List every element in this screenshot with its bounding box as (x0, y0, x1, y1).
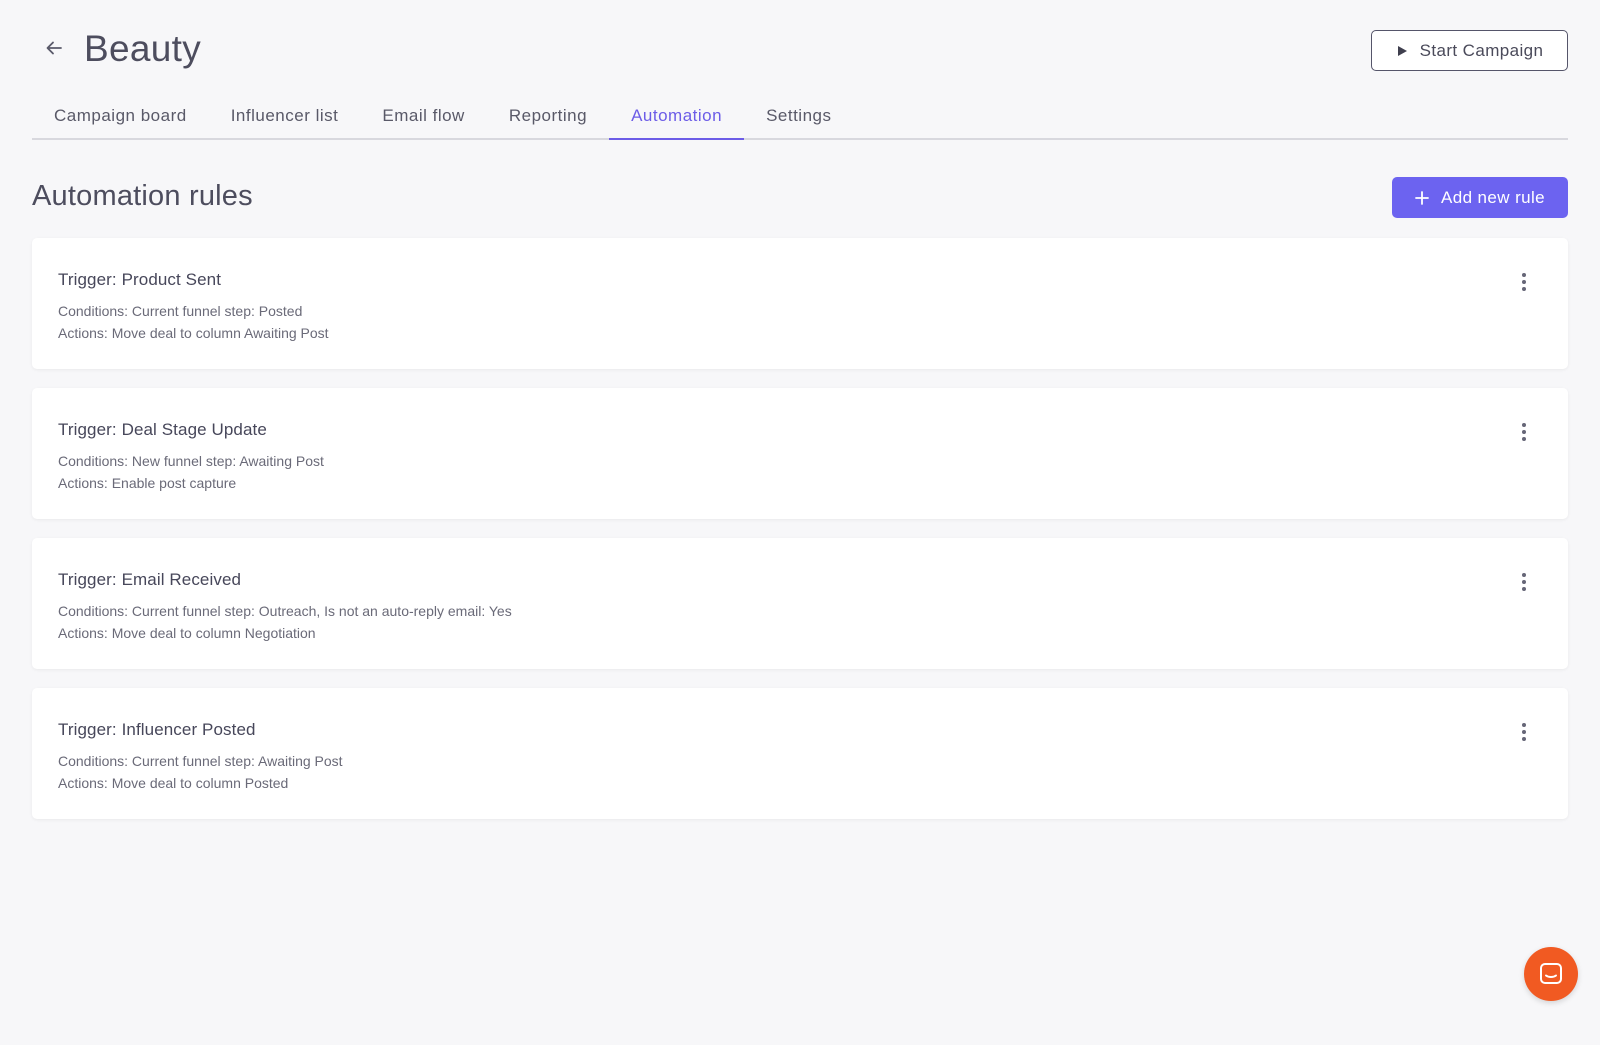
page: Beauty Start Campaign Campaign board Inf… (0, 0, 1600, 1045)
page-title: Beauty (84, 28, 201, 69)
rule-conditions: Conditions: Current funnel step: Awaitin… (58, 753, 343, 769)
rule-conditions: Conditions: New funnel step: Awaiting Po… (58, 453, 324, 469)
rule-conditions: Conditions: Current funnel step: Outreac… (58, 603, 512, 619)
start-campaign-button[interactable]: Start Campaign (1371, 30, 1568, 71)
more-options-icon[interactable] (1514, 422, 1534, 442)
play-icon (1397, 45, 1407, 56)
back-button[interactable] (40, 34, 68, 62)
more-options-icon[interactable] (1514, 722, 1534, 742)
more-options-icon[interactable] (1514, 272, 1534, 292)
rule-trigger: Trigger: Product Sent (58, 270, 222, 289)
header: Beauty Start Campaign (32, 0, 1568, 100)
rule-trigger: Trigger: Influencer Posted (58, 720, 256, 739)
start-campaign-label: Start Campaign (1419, 40, 1544, 60)
tab-settings[interactable]: Settings (744, 98, 853, 138)
rule-card: Trigger: Product Sent Conditions: Curren… (32, 238, 1568, 369)
chat-bubble-icon (1540, 963, 1562, 984)
tab-automation[interactable]: Automation (609, 98, 745, 140)
rule-actions: Actions: Move deal to column Posted (58, 775, 289, 791)
plus-icon (1415, 190, 1429, 205)
rule-card: Trigger: Deal Stage Update Conditions: N… (32, 388, 1568, 519)
tab-bar: Campaign board Influencer list Email flo… (32, 100, 1568, 140)
tab-email-flow[interactable]: Email flow (360, 98, 486, 138)
section-header: Automation rules Add new rule (32, 140, 1568, 238)
rule-trigger: Trigger: Deal Stage Update (58, 420, 267, 439)
more-options-icon[interactable] (1514, 572, 1534, 592)
tab-campaign-board[interactable]: Campaign board (32, 98, 209, 138)
rule-card: Trigger: Email Received Conditions: Curr… (32, 538, 1568, 669)
rule-conditions: Conditions: Current funnel step: Posted (58, 303, 303, 319)
add-new-rule-button[interactable]: Add new rule (1392, 177, 1568, 218)
tab-reporting[interactable]: Reporting (487, 98, 609, 138)
rules-list: Trigger: Product Sent Conditions: Curren… (32, 238, 1568, 819)
arrow-left-icon (46, 41, 62, 55)
tab-influencer-list[interactable]: Influencer list (209, 98, 361, 138)
rule-actions: Actions: Enable post capture (58, 475, 237, 491)
chat-launcher-button[interactable] (1524, 947, 1578, 1001)
add-new-rule-label: Add new rule (1440, 187, 1546, 207)
section-title: Automation rules (32, 180, 253, 212)
rule-actions: Actions: Move deal to column Awaiting Po… (58, 325, 329, 341)
rule-card: Trigger: Influencer Posted Conditions: C… (32, 688, 1568, 819)
rule-actions: Actions: Move deal to column Negotiation (58, 625, 316, 641)
rule-trigger: Trigger: Email Received (58, 570, 242, 589)
